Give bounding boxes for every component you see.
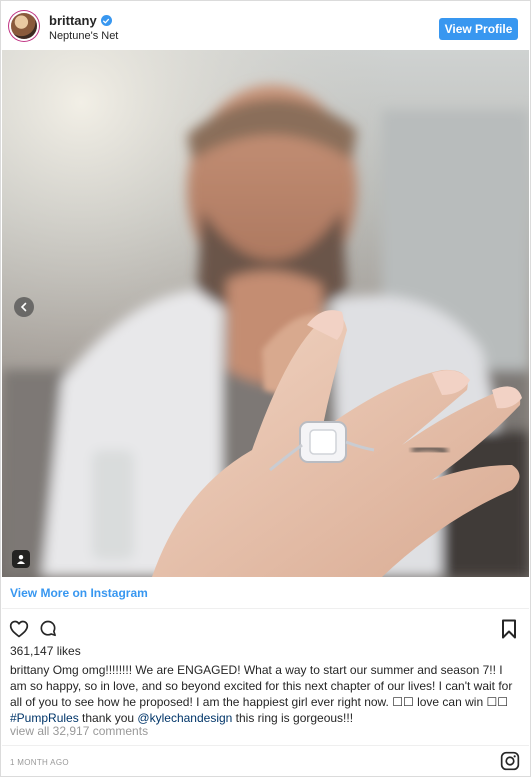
user-row: brittany	[49, 13, 112, 28]
view-more-link[interactable]: View More on Instagram	[10, 586, 148, 600]
carousel-prev-button[interactable]	[14, 297, 34, 317]
user-tag-icon[interactable]	[12, 550, 30, 568]
caption-hashtag[interactable]: #PumpRules	[10, 711, 79, 725]
comment-icon[interactable]	[38, 619, 58, 639]
caption: brittany Omg omg!!!!!!!! We are ENGAGED!…	[10, 662, 520, 726]
timestamp[interactable]: 1 MONTH AGO	[10, 758, 69, 767]
likes-count[interactable]: 361,147 likes	[10, 644, 81, 658]
location[interactable]: Neptune's Net	[49, 30, 118, 42]
view-profile-button[interactable]: View Profile	[439, 18, 518, 40]
heart-icon[interactable]	[9, 619, 29, 639]
caption-text: this ring is gorgeous!!!	[232, 711, 354, 725]
instagram-logo-icon[interactable]	[500, 751, 520, 771]
caption-username[interactable]: brittany	[10, 663, 49, 677]
divider	[2, 745, 529, 746]
post-header: brittany Neptune's Net View Profile	[1, 1, 530, 50]
view-all-comments-link[interactable]: view all 32,917 comments	[10, 724, 148, 738]
caption-text: love can win	[413, 695, 487, 709]
divider	[2, 608, 529, 609]
caption-emoji: ☐☐	[392, 695, 414, 709]
photo-scene	[2, 50, 529, 577]
username[interactable]: brittany	[49, 13, 97, 28]
caption-emoji: ☐☐	[486, 695, 508, 709]
bookmark-icon[interactable]	[501, 619, 517, 639]
post-photo[interactable]	[2, 50, 529, 577]
instagram-embed-card: brittany Neptune's Net View Profile View…	[0, 0, 531, 777]
caption-text: thank you	[78, 711, 138, 725]
chevron-left-icon	[20, 302, 27, 312]
caption-mention[interactable]: @kylechandesign	[137, 711, 232, 725]
avatar[interactable]	[11, 13, 37, 39]
verified-badge-icon	[100, 15, 112, 26]
